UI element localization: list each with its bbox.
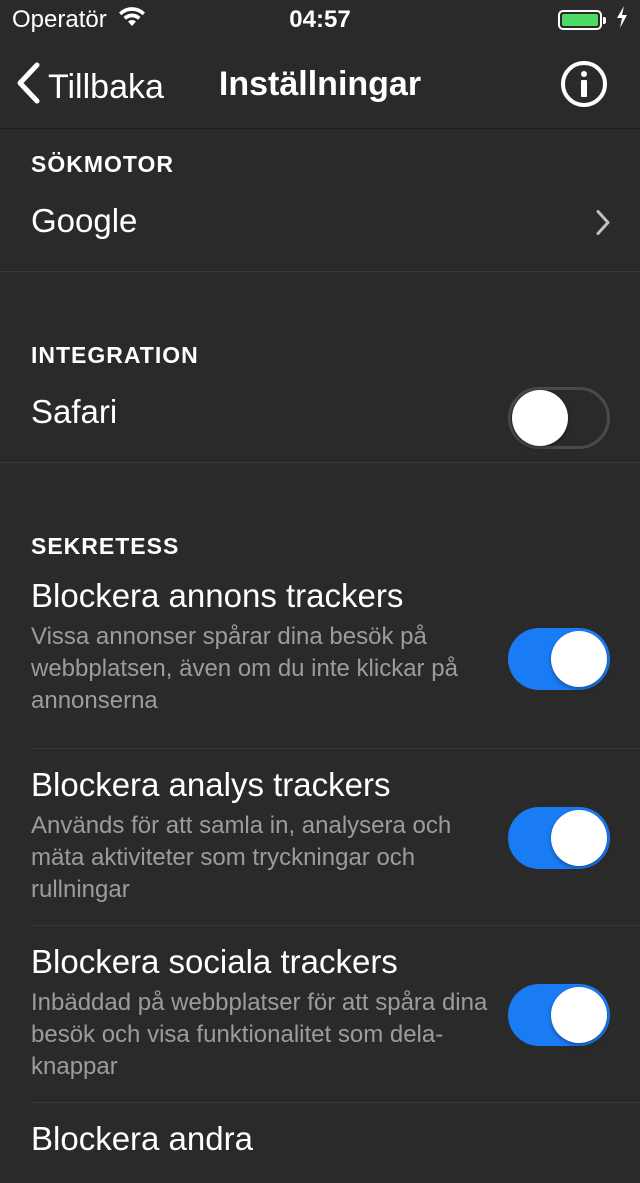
privacy-item-title: Blockera sociala trackers	[31, 943, 398, 980]
page-title: Inställningar	[218, 64, 422, 103]
search-engine-value: Google	[31, 202, 138, 239]
info-button[interactable]	[560, 60, 608, 108]
privacy-item-title: Blockera analys trackers	[31, 766, 391, 803]
navigation-bar: Tillbaka Inställningar	[0, 40, 640, 129]
status-bar: Operatör 04:57	[0, 0, 640, 40]
privacy-item-description: Används för att samla in, analysera och …	[31, 812, 452, 903]
privacy-row-other-trackers: Blockera andra	[0, 1103, 640, 1183]
privacy-row-ad-trackers: Blockera annons trackers Vissa annonser …	[0, 560, 640, 748]
charging-bolt-icon	[616, 5, 628, 35]
safari-toggle[interactable]	[508, 387, 610, 449]
section-header-integration: INTEGRATION	[31, 342, 199, 368]
section-header-search-engine: SÖKMOTOR	[31, 151, 175, 177]
toggle-knob	[551, 810, 607, 866]
battery-icon	[558, 10, 606, 30]
battery-fill	[562, 14, 598, 26]
section-header-privacy: SEKRETESS	[31, 533, 180, 559]
privacy-item-description: Inbäddad på webbplatser för att spåra di…	[31, 989, 488, 1080]
privacy-row-analytics-trackers: Blockera analys trackers Används för att…	[0, 749, 640, 925]
chevron-right-icon	[596, 209, 610, 240]
toggle-knob	[551, 987, 607, 1043]
wifi-icon	[117, 6, 147, 35]
toggle-knob	[551, 631, 607, 687]
status-right	[558, 5, 628, 35]
ad-trackers-toggle[interactable]	[508, 628, 610, 690]
analytics-trackers-toggle[interactable]	[508, 807, 610, 869]
social-trackers-toggle[interactable]	[508, 984, 610, 1046]
privacy-row-social-trackers: Blockera sociala trackers Inbäddad på we…	[0, 926, 640, 1102]
privacy-item-title: Blockera andra	[31, 1120, 253, 1157]
privacy-item-title: Blockera annons trackers	[31, 577, 404, 614]
status-time: 04:57	[289, 6, 351, 33]
status-left: Operatör	[12, 6, 147, 35]
settings-content: SÖKMOTOR Google INTEGRATION Safari SEKRE…	[0, 129, 640, 1183]
privacy-item-description: Vissa annonser spårar dina besök på webb…	[31, 623, 458, 714]
search-engine-row[interactable]: Google	[0, 178, 640, 271]
safari-row: Safari	[0, 369, 640, 462]
toggle-knob	[512, 390, 568, 446]
info-circle-icon	[560, 61, 608, 112]
carrier-label: Operatör	[12, 6, 107, 33]
